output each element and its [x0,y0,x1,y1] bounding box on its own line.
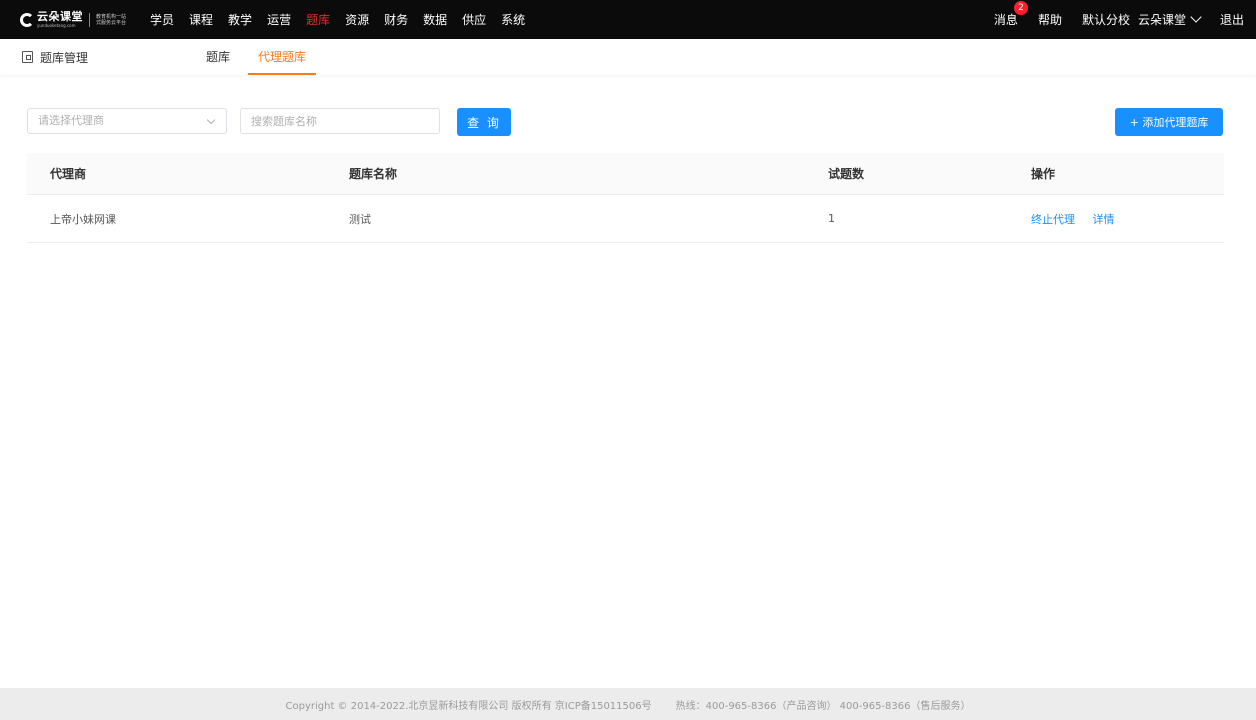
main-nav: 学员 课程 教学 运营 题库 资源 财务 数据 供应 系统 [150,0,540,39]
search-input[interactable] [240,108,440,134]
nav-item-teaching[interactable]: 教学 [228,11,252,28]
nav-item-question-bank[interactable]: 题库 [306,11,330,28]
logo-name: 云朵课堂 [37,10,83,23]
sub-header: 题库管理 题库 代理题库 [0,39,1256,75]
book-icon [22,51,33,63]
messages-label: 消息 [993,13,1018,27]
nav-item-resources[interactable]: 资源 [345,11,369,28]
nav-item-system[interactable]: 系统 [501,11,525,28]
column-header-agent: 代理商 [50,167,87,181]
agent-select[interactable]: 请选择代理商 [27,108,227,134]
stop-agency-link[interactable]: 终止代理 [1031,213,1075,226]
chevron-down-icon [1190,11,1202,23]
top-navigation-bar: 云朵课堂 yunduoketang.com 教育机构一站 式服务云平台 学员 课… [0,0,1256,39]
tab-question-bank[interactable]: 题库 [196,39,240,75]
logo-divider [89,12,90,27]
agent-select-placeholder: 请选择代理商 [38,114,104,127]
page-title-text: 题库管理 [40,50,89,65]
column-header-question-count: 试题数 [828,167,865,181]
cell-actions: 终止代理 详情 [1031,211,1129,227]
column-header-bank-name: 题库名称 [349,167,398,181]
branch-selector[interactable]: 默认分校 [1082,11,1130,28]
logout-link[interactable]: 退出 [1220,11,1244,28]
messages-link[interactable]: 消息 2 [993,1,1028,28]
top-right-menu: 消息 2 帮助 默认分校 云朵课堂 退出 [974,0,1256,39]
org-name: 云朵课堂 [1137,13,1186,27]
logo-url: yunduoketang.com [37,23,76,28]
cell-question-count: 1 [828,212,835,225]
page-title: 题库管理 [22,39,88,75]
org-dropdown[interactable]: 云朵课堂 [1137,11,1202,28]
nav-item-data[interactable]: 数据 [423,11,447,28]
help-link[interactable]: 帮助 [1038,11,1062,28]
logo-slogan-line2: 式服务云平台 [96,19,127,26]
tab-agent-question-bank[interactable]: 代理题库 [248,39,317,75]
copyright-text: Copyright © 2014-2022.北京昱新科技有限公司 版权所有 京I… [285,700,652,712]
nav-item-operations[interactable]: 运营 [267,11,291,28]
cloud-logo-icon [20,12,34,27]
column-header-actions: 操作 [1031,167,1056,181]
message-count-badge: 2 [1013,1,1028,15]
chevron-down-icon [206,115,216,125]
table-header: 代理商 题库名称 试题数 操作 [27,153,1224,195]
tab-bar: 题库 代理题库 [196,39,324,75]
cell-bank-name: 测试 [349,212,371,226]
add-agent-bank-button[interactable]: + 添加代理题库 [1115,108,1223,136]
hotline-text: 热线：400-965-8366（产品咨询） 400-965-8366（售后服务） [675,700,971,712]
cell-agent: 上帝小妹网课 [50,212,116,226]
query-button[interactable]: 查 询 [457,108,511,136]
footer: Copyright © 2014-2022.北京昱新科技有限公司 版权所有 京I… [0,688,1256,720]
logo[interactable]: 云朵课堂 yunduoketang.com 教育机构一站 式服务云平台 [20,0,126,39]
nav-item-supply[interactable]: 供应 [462,11,486,28]
agent-bank-table: 代理商 题库名称 试题数 操作 上帝小妹网课 测试 1 终止代理 详情 [27,153,1224,243]
nav-item-courses[interactable]: 课程 [189,11,213,28]
nav-item-finance[interactable]: 财务 [384,11,408,28]
nav-item-students[interactable]: 学员 [150,11,174,28]
details-link[interactable]: 详情 [1093,213,1115,226]
table-row: 上帝小妹网课 测试 1 终止代理 详情 [27,195,1224,243]
